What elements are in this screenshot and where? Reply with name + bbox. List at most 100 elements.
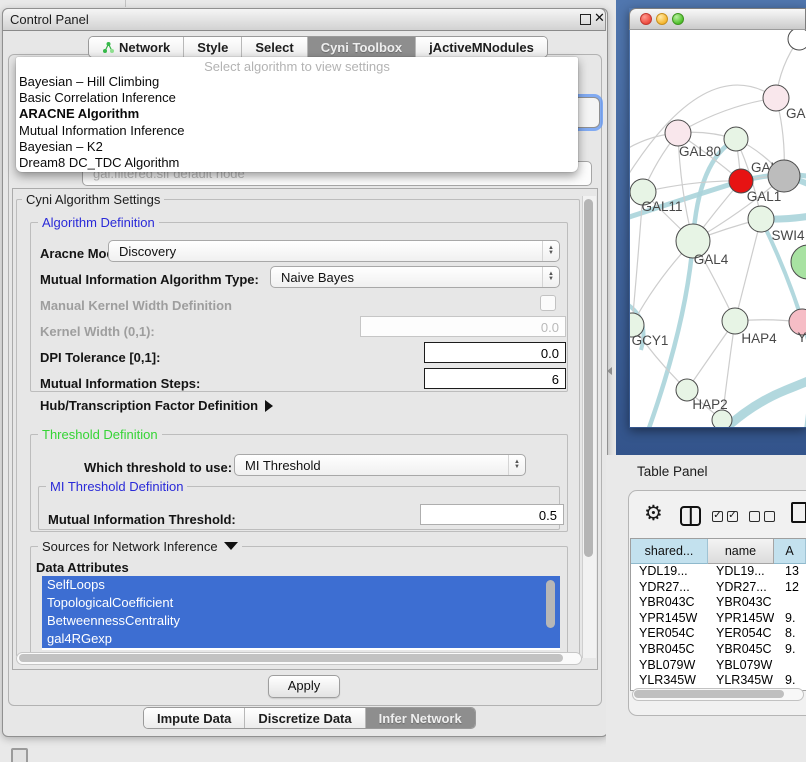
mi-threshold-input[interactable]: 0.5 [420,504,564,525]
node-label-gal: GAL [786,106,806,121]
algorithm-dropdown-popup: Select algorithm to view settings Bayesi… [16,57,578,172]
aracne-mode-combo[interactable]: Discovery ▲▼ [108,240,560,262]
zoom-traffic-light[interactable] [672,13,684,25]
data-attributes-list[interactable]: SelfLoopsTopologicalCoefficientBetweenne… [42,576,560,650]
close-icon[interactable]: ✕ [594,10,605,26]
float-panel-icon[interactable] [580,14,591,25]
combo-arrows-icon: ▲▼ [542,241,559,261]
manual-kernel-label: Manual Kernel Width Definition [40,298,232,313]
attribute-item-selfloops[interactable]: SelfLoops [42,576,560,594]
algorithm-option-dream8-dc-tdc-algorithm[interactable]: Dream8 DC_TDC Algorithm [16,155,578,171]
attributes-list-scrollbar[interactable] [546,580,555,628]
table-row[interactable]: YLR345WYLR345W9. [631,673,806,689]
settings-vscrollbar-thumb[interactable] [584,199,593,557]
tab-style[interactable]: Style [184,37,242,57]
algorithm-option-bayesian-hill-climbing[interactable]: Bayesian – Hill Climbing [16,74,578,90]
hub-definition-label: Hub/Transcription Factor Definition [40,398,258,413]
attribute-item-gal4rgexp[interactable]: gal4RGexp [42,630,560,648]
which-threshold-value: MI Threshold [235,458,508,473]
table-row[interactable]: YBL079WYBL079W [631,658,806,674]
node-table[interactable]: shared...nameA YDL19...YDL19...13YDR27..… [630,538,806,691]
gear-icon[interactable]: ⚙ [644,501,663,526]
tab-cyni-toolbox[interactable]: Cyni Toolbox [308,37,416,57]
panel-collapse-arrow-icon[interactable] [607,367,612,375]
table-row[interactable]: YBR045CYBR045C9. [631,642,806,658]
table-cell: 9. [774,642,806,658]
algorithm-option-mutual-information-inference[interactable]: Mutual Information Inference [16,123,578,139]
table-row[interactable]: YER054CYER054C8. [631,626,806,642]
sources-legend[interactable]: Sources for Network Inference [38,539,242,554]
tab-network[interactable]: Network [89,37,184,57]
mi-type-combo[interactable]: Naive Bayes ▲▼ [270,266,560,288]
attribute-item-betweennesscentrality[interactable]: BetweennessCentrality [42,612,560,630]
network-node[interactable] [788,30,806,50]
deselect-all-columns-icon[interactable] [749,511,775,522]
node-label-gal4: GAL4 [694,252,729,267]
table-row[interactable]: YDR27...YDR27...12 [631,580,806,596]
export-table-icon[interactable] [791,502,806,523]
table-row[interactable]: YPR145WYPR145W9. [631,611,806,627]
table-cell: 9. [774,611,806,627]
dpi-tolerance-input[interactable]: 0.0 [424,342,566,363]
bottom-tab-discretize-data[interactable]: Discretize Data [245,708,365,728]
top-divider-line [125,0,126,7]
network-icon [102,41,115,54]
table-row[interactable]: YDL19...YDL19...13 [631,564,806,580]
network-edge[interactable] [735,219,761,321]
mi-steps-input[interactable]: 6 [424,368,566,389]
network-node-gal10[interactable] [724,127,748,151]
table-cell: YER054C [631,626,708,642]
table-cell: YBL079W [708,658,774,674]
table-body: YDL19...YDL19...13YDR27...YDR27...12YBR0… [631,564,806,691]
network-node[interactable] [791,245,806,279]
network-node[interactable] [712,410,732,427]
table-cell: YBR043C [631,595,708,611]
node-label-swi4: SWI4 [771,228,804,243]
network-node-swi4[interactable] [748,206,774,232]
mi-threshold-label: Mutual Information Threshold: [48,512,236,527]
settings-hscrollbar-thumb[interactable] [19,654,563,662]
column-header-shared[interactable]: shared... [631,539,708,564]
tab-jactivemnodules-label: jActiveMNodules [429,40,534,55]
tab-select[interactable]: Select [242,37,307,57]
network-node[interactable] [768,160,800,192]
mi-type-value: Naive Bayes [271,270,542,285]
network-node-gal80[interactable] [665,120,691,146]
table-row[interactable]: YBR043CYBR043C [631,595,806,611]
expand-down-icon [224,542,238,550]
algorithm-option-aracne-algorithm[interactable]: ARACNE Algorithm [16,106,578,122]
bottom-tab-infer-network[interactable]: Infer Network [366,708,475,728]
network-canvas[interactable]: GALGAL80GAL10GAL1GAL11SWI4GAL4GCY1HAP4YH… [630,30,806,427]
table-cell: YBR045C [708,642,774,658]
control-panel-title: Control Panel [10,12,89,27]
which-threshold-combo[interactable]: MI Threshold ▲▼ [234,454,526,476]
attribute-item-topologicalcoefficient[interactable]: TopologicalCoefficient [42,594,560,612]
kernel-width-input[interactable]: 0.0 [360,316,566,337]
hub-definition-expander[interactable]: Hub/Transcription Factor Definition [40,398,273,413]
table-cell: 8. [774,626,806,642]
application-window: Control Panel ✕ NetworkStyleSelectCyni T… [0,0,806,762]
select-all-columns-icon[interactable]: ✓✓ [712,511,738,522]
expand-right-icon [265,400,273,412]
minimize-traffic-light[interactable] [656,13,668,25]
algorithm-option-basic-correlation-inference[interactable]: Basic Correlation Inference [16,90,578,106]
table-hscrollbar-thumb[interactable] [634,690,784,698]
bottom-tab-impute-data[interactable]: Impute Data [144,708,245,728]
bottom-left-grip-icon[interactable] [11,748,28,762]
network-edge[interactable] [678,98,776,133]
node-label-y: Y [797,330,806,345]
tab-jactivemnodules[interactable]: jActiveMNodules [416,37,547,57]
apply-button[interactable]: Apply [268,675,340,698]
close-traffic-light[interactable] [640,13,652,25]
table-cell: 13 [774,564,806,580]
control-panel-titlebar[interactable] [2,8,606,31]
algorithm-dropdown-placeholder: Select algorithm to view settings [16,57,578,74]
columns-icon[interactable] [680,506,701,526]
dpi-tolerance-label: DPI Tolerance [0,1]: [40,350,160,365]
algorithm-option-bayesian-k2[interactable]: Bayesian – K2 [16,139,578,155]
column-header-name[interactable]: name [708,539,774,564]
algorithm-definition-legend: Algorithm Definition [38,215,159,230]
manual-kernel-checkbox[interactable] [540,295,556,311]
node-label-hap4: HAP4 [741,331,777,346]
column-header-a[interactable]: A [774,539,806,564]
